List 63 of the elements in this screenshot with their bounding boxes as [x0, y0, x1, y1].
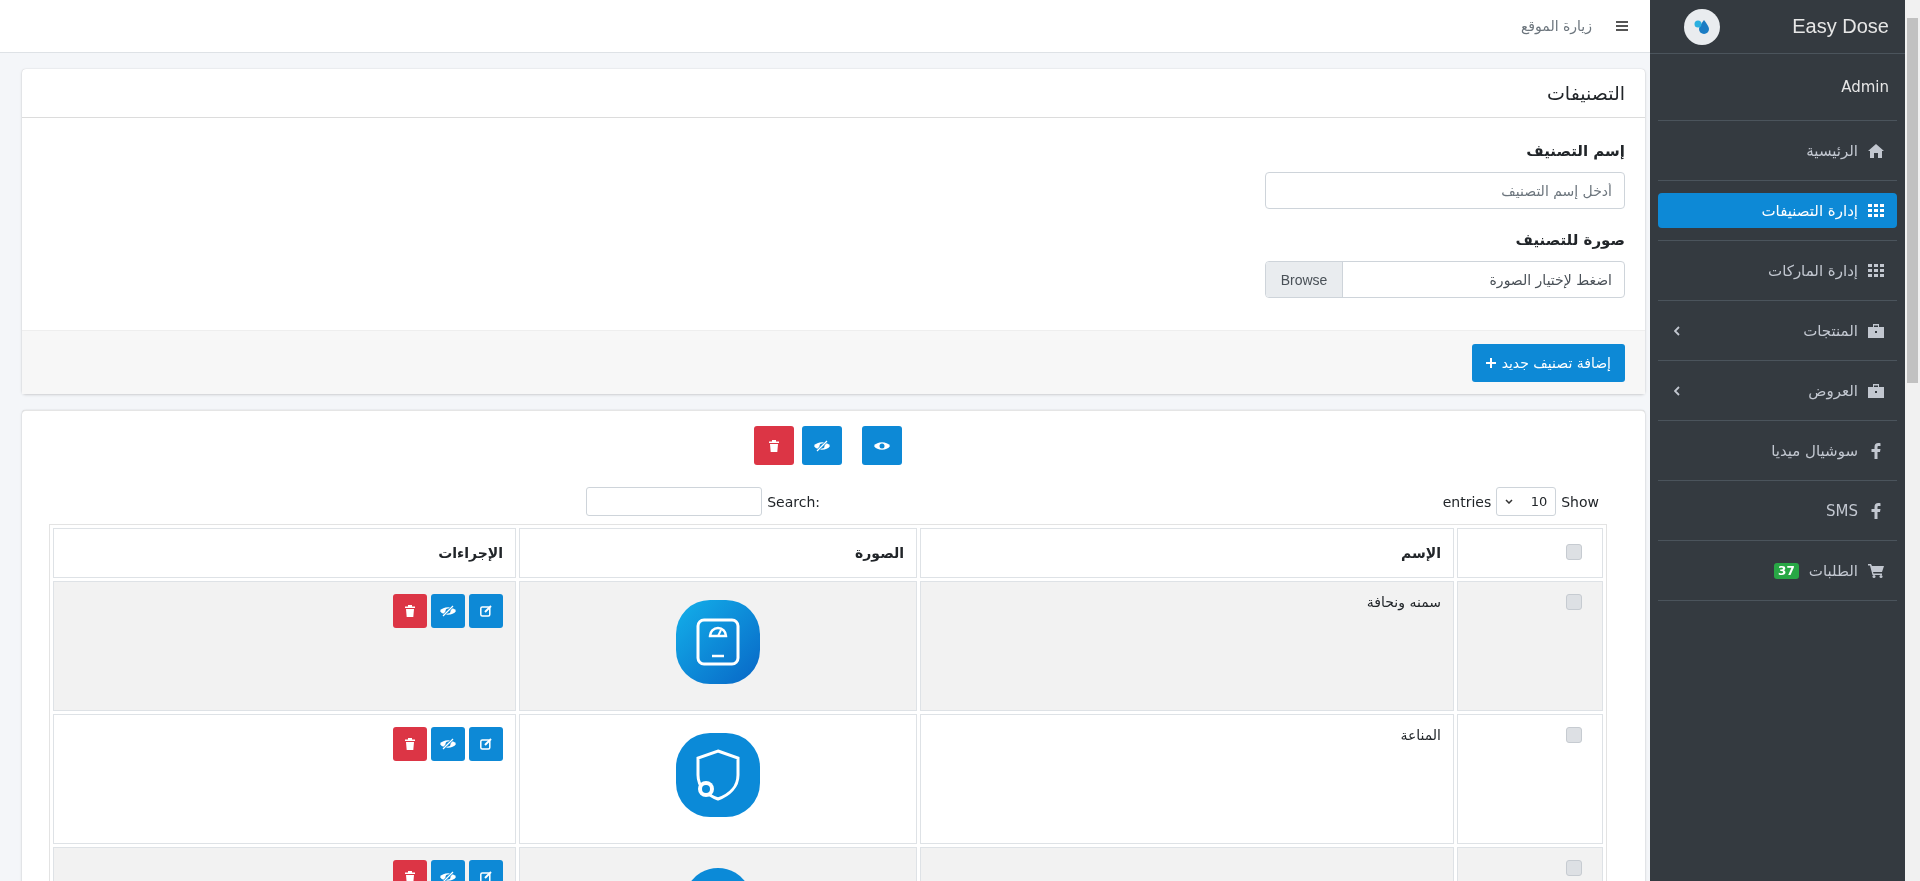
eye-slash-icon	[440, 605, 456, 617]
edit-button[interactable]	[469, 727, 503, 761]
sidebar-item[interactable]: SMS	[1658, 493, 1897, 528]
column-header[interactable]: الإسم	[1401, 545, 1441, 561]
delete-button[interactable]	[754, 426, 794, 465]
grid-icon	[1868, 264, 1884, 277]
sidebar-item[interactable]: المنتجات	[1658, 313, 1897, 348]
edit-icon	[480, 738, 492, 750]
add-category-button[interactable]: إضافة تصنيف جديد	[1471, 343, 1625, 382]
edit-icon	[480, 605, 492, 617]
column-header[interactable]: الصورة	[855, 545, 904, 561]
home-icon	[1868, 143, 1884, 158]
field-label: صورة للتصنيف	[1515, 231, 1625, 249]
sidebar-item[interactable]: سوشيال ميديا	[1658, 433, 1897, 468]
delete-button[interactable]	[393, 594, 427, 628]
trash-icon	[405, 738, 415, 750]
row-checkbox[interactable]	[1566, 860, 1582, 876]
sidebar-item[interactable]: إدارة الماركات	[1658, 253, 1897, 288]
search-label: Search:	[767, 493, 820, 510]
trash-icon	[405, 605, 415, 617]
hide-button[interactable]	[431, 727, 465, 761]
eye-slash-icon	[440, 871, 456, 881]
sidebar-item[interactable]: الرئيسية	[1658, 133, 1897, 168]
visit-site-link[interactable]: زيارة الموقع	[1520, 18, 1592, 34]
row-checkbox[interactable]	[1566, 727, 1582, 743]
select-all-checkbox[interactable]	[1566, 543, 1582, 560]
scale-icon	[676, 600, 760, 684]
eye-slash-icon	[814, 439, 830, 452]
eye-icon	[874, 440, 890, 451]
category-name: سمنه ونحافة	[1366, 594, 1441, 610]
brand-name[interactable]: Easy Dose	[1792, 15, 1889, 38]
scrollbar[interactable]	[1905, 0, 1920, 881]
shield-icon	[676, 733, 760, 817]
briefcase-icon	[1868, 383, 1884, 398]
category-name: المناعة	[1400, 727, 1441, 743]
grid-icon	[1868, 204, 1884, 217]
card-title: التصنيفات	[1546, 82, 1625, 104]
briefcase-icon	[1868, 323, 1884, 338]
edit-icon	[480, 871, 492, 881]
sidebar-item[interactable]: إدارة التصنيفات	[1658, 193, 1897, 228]
menu-icon[interactable]	[1616, 21, 1628, 31]
trash-icon	[769, 439, 779, 452]
user-name[interactable]: Admin	[1658, 54, 1897, 121]
show-label: Show	[1561, 493, 1599, 510]
sidebar-item[interactable]: العروض	[1658, 373, 1897, 408]
trash-icon	[405, 871, 415, 881]
plus-icon	[1485, 357, 1496, 368]
hide-button[interactable]	[802, 426, 842, 465]
show-button[interactable]	[862, 426, 902, 465]
entries-label: entries	[1442, 493, 1492, 510]
count-badge: 37	[1774, 562, 1799, 579]
delete-button[interactable]	[393, 727, 427, 761]
eye-slash-icon	[440, 738, 456, 750]
caret-icon	[1505, 499, 1514, 504]
cart-icon	[1868, 563, 1884, 578]
edit-button[interactable]	[469, 594, 503, 628]
entries-select[interactable]: 10	[1496, 487, 1557, 516]
row-checkbox[interactable]	[1566, 594, 1582, 610]
hide-button[interactable]	[431, 594, 465, 628]
drop-logo-icon[interactable]	[1684, 8, 1720, 45]
search-field[interactable]	[586, 487, 763, 516]
column-header[interactable]: الإجراءات	[438, 545, 503, 561]
field-label: إسم التصنيف	[1526, 142, 1625, 160]
